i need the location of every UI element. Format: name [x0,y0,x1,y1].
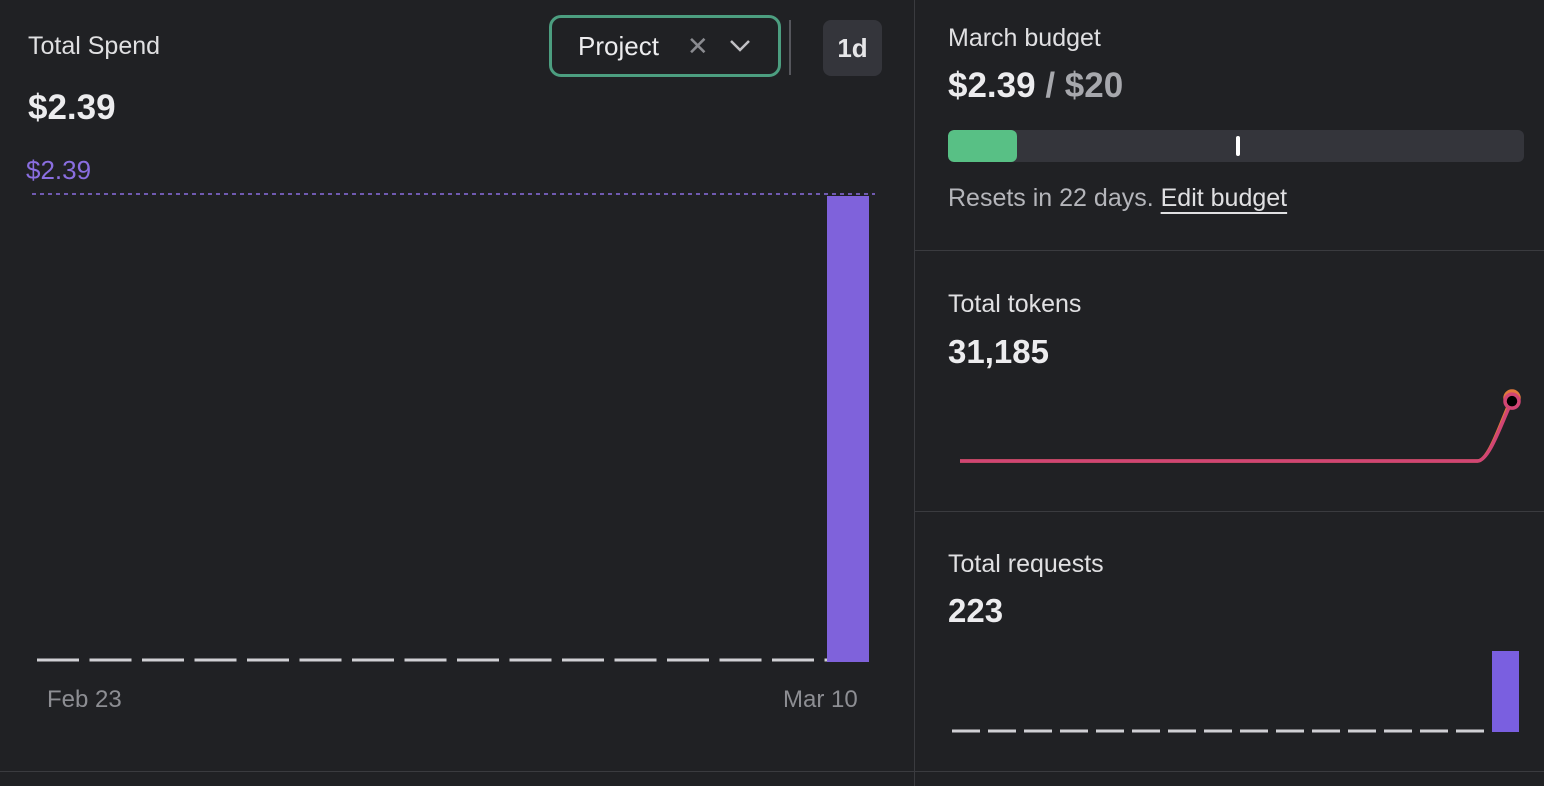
filter-label: Project [578,30,659,61]
project-filter[interactable]: Project ✕ [549,15,781,77]
x-end-label: Mar 10 [783,686,858,713]
range-button[interactable]: 1d [823,20,882,76]
divider [789,20,791,75]
separator: / [1045,66,1056,105]
bar [1492,651,1519,732]
spend-total: $2.39 [28,88,116,127]
series-line-input [960,397,1514,463]
edit-budget-link[interactable]: Edit budget [1161,184,1288,212]
reset-text: Resets in 22 days. [948,184,1154,212]
budget-spent: $2.39 [948,66,1036,105]
budget-amount: $2.39 / $20 [948,66,1123,106]
budget-limit: $20 [1064,66,1124,105]
series-line-output [960,400,1514,463]
tokens-title: Total tokens [948,290,1082,318]
panel-divider [914,0,915,786]
spend-title: Total Spend [28,32,161,60]
budget-marker [1236,136,1240,156]
requests-value: 223 [948,592,1004,629]
divider [0,771,1544,772]
tokens-value: 31,185 [948,333,1049,370]
budget-title: March budget [948,24,1101,52]
x-start-label: Feb 23 [47,686,122,713]
divider [915,250,1544,251]
requests-chart [952,651,1519,733]
tokens-chart [960,389,1521,463]
divider [915,511,1544,512]
chevron-down-icon[interactable] [729,39,751,53]
point-output [1503,392,1521,410]
bar [827,196,869,662]
budget-progress-fill [948,130,1017,162]
spend-chart [32,193,875,662]
clear-icon[interactable]: ✕ [687,31,709,62]
requests-title: Total requests [948,550,1104,578]
